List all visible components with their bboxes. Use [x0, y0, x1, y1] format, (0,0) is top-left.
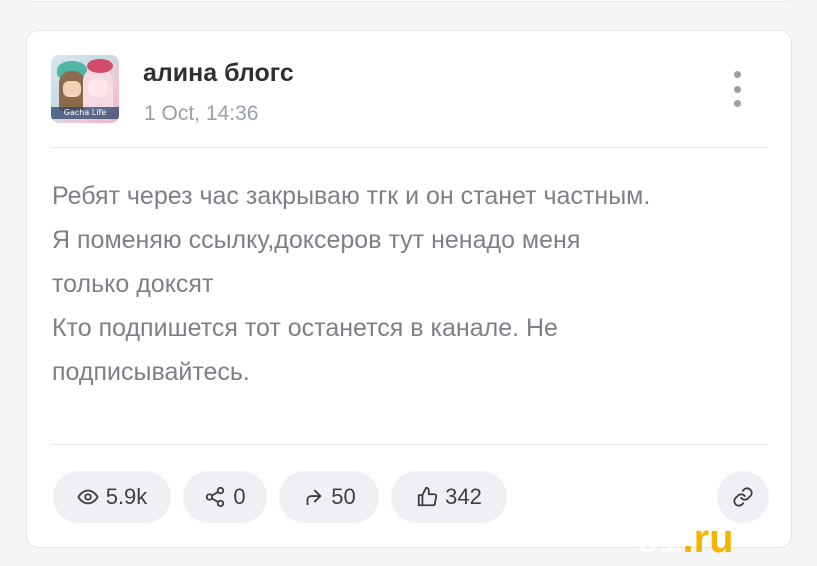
- forwards-button[interactable]: 50: [279, 471, 379, 523]
- channel-name[interactable]: алина блогс: [143, 59, 294, 88]
- post-text-line: Я поменяю ссылку,доксеров тут ненадо мен…: [52, 226, 581, 254]
- post-text-line: только доксят: [52, 270, 214, 298]
- previous-post-card-edge: [26, 0, 792, 2]
- share-icon: [204, 486, 226, 508]
- shares-count: 0: [233, 484, 246, 509]
- kebab-menu-icon[interactable]: [727, 71, 747, 107]
- footer-divider: [51, 444, 767, 445]
- post-text-line: Кто подпишется тот останется в канале. Н…: [52, 314, 558, 342]
- post-text-line: подписывайтесь.: [52, 358, 250, 386]
- channel-avatar[interactable]: Gacha Life: [51, 55, 119, 123]
- avatar-caption: Gacha Life: [51, 107, 119, 119]
- views-count: 5.9k: [105, 484, 148, 509]
- eye-icon: [77, 486, 99, 508]
- post-text-line: Ребят через час закрываю тгк и он станет…: [52, 182, 651, 210]
- header-divider: [51, 147, 767, 148]
- post-card: Gacha Life алина блогс 1 Oct, 14:36 Ребя…: [26, 30, 792, 548]
- shares-button[interactable]: 0: [183, 471, 267, 523]
- site-watermark: e1 .ru: [636, 516, 734, 562]
- post-text: Ребят через час закрываю тгк и он станет…: [52, 174, 772, 394]
- watermark-tld: .ru: [682, 517, 734, 561]
- post-date: 1 Oct, 14:36: [144, 102, 259, 125]
- likes-count: 342: [445, 484, 482, 509]
- likes-button[interactable]: 342: [391, 471, 507, 523]
- views-button[interactable]: 5.9k: [53, 471, 171, 523]
- watermark-mark: e1: [636, 517, 683, 561]
- thumbs-up-icon: [416, 486, 438, 508]
- forwards-count: 50: [331, 484, 356, 509]
- forward-arrow-icon: [302, 486, 324, 508]
- link-icon: [732, 486, 754, 508]
